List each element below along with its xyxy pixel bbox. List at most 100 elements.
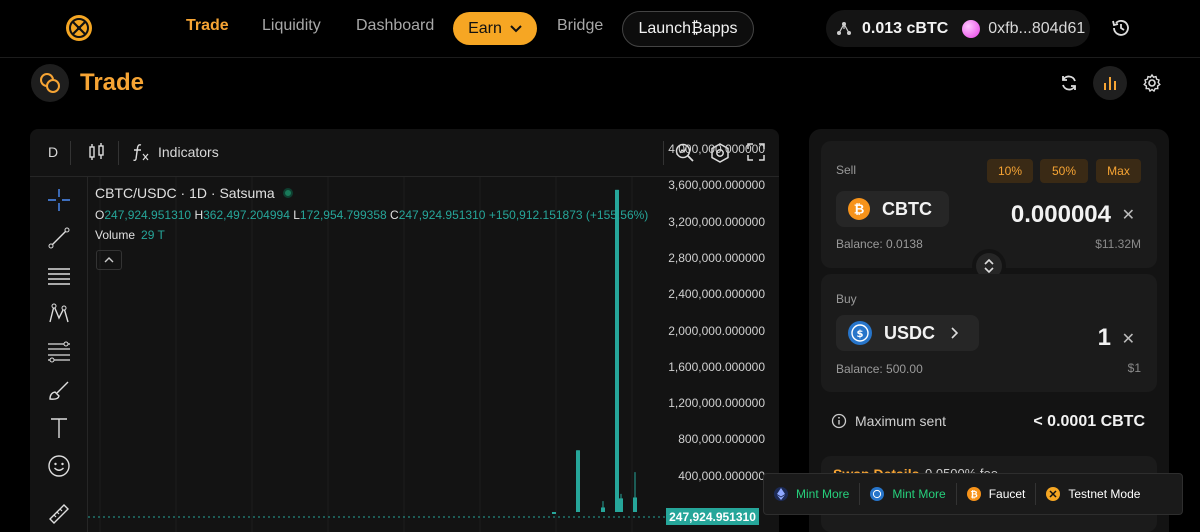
testnet-faucet-bar: Mint More Mint More ₿ Faucet Testnet Mod…	[763, 473, 1183, 515]
settings-gear-icon[interactable]	[1137, 68, 1167, 98]
buy-box: Buy $ USDC 1 ✕ Balance: 500.00 $1	[821, 274, 1157, 392]
pct-50-button[interactable]: 50%	[1040, 159, 1088, 183]
status-dot-icon	[282, 188, 293, 198]
mint-more-label: Mint More	[796, 487, 850, 501]
sell-label: Sell	[836, 163, 857, 177]
text-tool-icon[interactable]	[46, 415, 72, 441]
faucet-button[interactable]: ₿ Faucet	[957, 474, 1036, 514]
close-value: 247,924.951310	[398, 208, 486, 222]
price-chart-area[interactable]: CBTC/USDC · 1D · Satsuma O247,924.951310…	[88, 142, 779, 532]
chevron-up-icon	[104, 257, 114, 263]
max-sent-row: Maximum sent	[831, 413, 946, 429]
candle-body	[552, 512, 556, 514]
network-icon	[834, 19, 854, 39]
nav-dashboard[interactable]: Dashboard	[356, 17, 434, 35]
nav-launch-bapps[interactable]: Launch₿apps	[622, 11, 754, 47]
max-button[interactable]: Max	[1096, 159, 1141, 183]
bitcoin-icon: ₿	[966, 487, 981, 501]
horizontal-lines-icon[interactable]	[46, 263, 72, 289]
collapse-legend-button[interactable]	[96, 250, 122, 270]
svg-text:$: $	[857, 329, 864, 340]
ohlc-values: O247,924.951310 H362,497.204994 L172,954…	[95, 208, 648, 222]
low-label: L	[293, 208, 300, 222]
candle-body	[633, 497, 637, 512]
nav-bridge[interactable]: Bridge	[557, 17, 603, 35]
indicators-button[interactable]: Indicators	[132, 142, 219, 162]
nav-earn-dropdown[interactable]: Earn	[453, 12, 537, 45]
crosshair-icon[interactable]	[46, 187, 72, 213]
high-label: H	[194, 208, 204, 222]
buy-usd-value: $1	[1127, 361, 1141, 375]
open-value: 247,924.951310	[104, 208, 192, 222]
chart-panel: D Indicators CBTC/USDC · 1D · Satsuma O2…	[30, 129, 779, 532]
toolbar-divider	[70, 141, 71, 165]
function-fx-icon	[133, 144, 149, 162]
history-icon[interactable]	[1110, 17, 1132, 39]
buy-token-selector[interactable]: $ USDC	[836, 315, 979, 351]
pattern-tool-icon[interactable]	[46, 301, 72, 327]
candle-body	[601, 507, 605, 512]
ruler-icon[interactable]	[46, 501, 72, 527]
max-sent-label: Maximum sent	[855, 413, 947, 429]
buy-token-name: USDC	[884, 322, 936, 343]
nav-earn-label: Earn	[468, 19, 502, 37]
price-tick-label: 400,000.000000	[678, 468, 765, 483]
buy-amount-input[interactable]: 1	[1098, 324, 1111, 352]
page-title: Trade	[80, 69, 145, 96]
info-icon[interactable]	[831, 413, 847, 429]
sell-balance: Balance: 0.0138	[836, 237, 923, 251]
chart-toggle-icon[interactable]	[1093, 66, 1127, 100]
max-sent-value: < 0.0001 CBTC	[1033, 413, 1145, 430]
chevron-down-icon	[510, 24, 522, 32]
trend-line-icon[interactable]	[46, 225, 72, 251]
testnet-mode-toggle[interactable]: Testnet Mode	[1036, 474, 1150, 514]
swap-panel: Sell 10% 50% Max ₿ CBTC 0.000004 ✕ Balan…	[809, 129, 1169, 532]
candle-body	[619, 498, 623, 512]
wallet-pill[interactable]: 0.013 cBTC 0xfb...804d61	[826, 10, 1090, 47]
price-tick-label: 3,600,000.000000	[668, 178, 765, 193]
swap-arrows-icon	[984, 259, 994, 273]
price-tick-label: 1,600,000.000000	[668, 359, 765, 374]
ethereum-icon	[774, 487, 788, 501]
nav-liquidity[interactable]: Liquidity	[262, 17, 321, 35]
mint-more-eth-button[interactable]: Mint More	[764, 474, 859, 514]
price-axis[interactable]: 4,000,000.000000 3,600,000.000000 3,200,00…	[665, 142, 779, 532]
sell-amount-input[interactable]: 0.000004	[1011, 201, 1111, 229]
close-label: C	[390, 208, 399, 222]
usdc-icon	[870, 487, 885, 501]
mint-more-label: Mint More	[892, 487, 946, 501]
indicators-label: Indicators	[158, 144, 219, 160]
refresh-icon[interactable]	[1054, 68, 1084, 98]
volume-label: Volume	[95, 228, 136, 242]
fib-levels-icon[interactable]	[46, 339, 72, 365]
candle-body	[576, 450, 580, 512]
candle-style-button[interactable]	[88, 142, 106, 162]
testnet-mode-label: Testnet Mode	[1068, 487, 1141, 501]
buy-balance: Balance: 500.00	[836, 362, 923, 376]
pair-label: CBTC/USDC · 1D · Satsuma	[95, 185, 275, 201]
clear-buy-icon[interactable]: ✕	[1122, 329, 1135, 349]
nav-trade[interactable]: Trade	[186, 17, 229, 35]
sell-token-selector[interactable]: ₿ CBTC	[836, 191, 949, 227]
price-tick-label: 2,800,000.000000	[668, 250, 765, 265]
bitcoin-icon: ₿	[848, 198, 870, 220]
brush-icon[interactable]	[46, 377, 72, 403]
svg-text:₿: ₿	[854, 203, 865, 218]
chart-legend-title: CBTC/USDC · 1D · Satsuma	[95, 185, 293, 201]
pct-10-button[interactable]: 10%	[987, 159, 1033, 183]
candlestick-icon	[89, 143, 104, 160]
wallet-balance: 0.013 cBTC	[862, 19, 949, 37]
volume-value: 29 T	[141, 228, 165, 242]
chevron-right-icon	[951, 327, 959, 339]
high-value: 362,497.204994	[203, 208, 290, 222]
mint-more-usdc-button[interactable]: Mint More	[860, 474, 955, 514]
price-tick-label: 2,400,000.000000	[668, 287, 765, 302]
buy-label: Buy	[836, 292, 857, 306]
satsuma-logo-icon[interactable]	[66, 15, 92, 41]
emoji-smile-icon[interactable]	[46, 453, 72, 479]
avatar	[962, 19, 981, 38]
clear-sell-icon[interactable]: ✕	[1122, 205, 1135, 225]
price-tick-label: 3,200,000.000000	[668, 214, 765, 229]
usdc-icon: $	[848, 321, 872, 345]
interval-selector[interactable]: D	[48, 144, 58, 160]
